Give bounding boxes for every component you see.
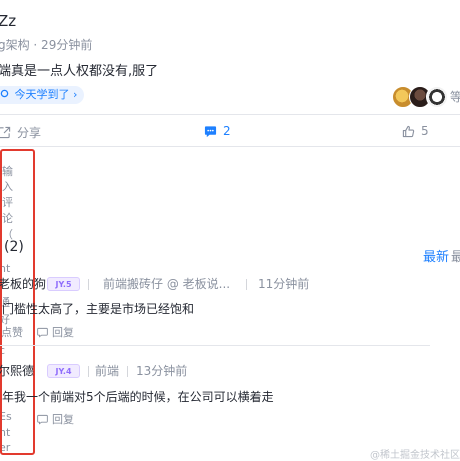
level-badge: JY.4 [47,364,80,378]
sort-hot-tab[interactable]: 最 [451,246,460,265]
reply-icon [37,414,48,425]
likers-more-text[interactable]: 等 [450,88,460,105]
share-icon [0,126,11,139]
divider [88,279,89,290]
divider [127,366,128,377]
sort-latest-tab[interactable]: 最新 [423,246,449,265]
topic-tag-label: 今天学到了 [14,88,70,101]
comment-text: 门槛性太高了，主要是市场已经饱和 [2,302,195,316]
divider [0,146,460,147]
share-button[interactable]: 分享 [0,124,41,141]
comment-button[interactable]: 2 [204,124,231,138]
comment-author-name[interactable]: 老板的狗 [0,275,46,292]
comment-author-job: 前端搬砖仔 @ 老板说... [103,277,231,291]
comment-time: 11分钟前 [258,277,310,291]
comment-icon [204,125,217,137]
avatar [426,86,448,108]
divider [246,279,247,290]
topic-tag[interactable]: 今天学到了 › [0,86,85,104]
divider [0,345,430,346]
watermark: @稀土掘金技术社区 [370,450,460,461]
divider [0,114,460,115]
level-badge: JY.5 [47,277,80,291]
topic-tag-icon [0,88,13,101]
like-button[interactable]: 5 [402,124,429,138]
comment-author-name[interactable]: 尔熙德 [0,362,34,379]
comment-time: 13分钟前 [136,364,188,378]
comment-count: 2 [223,124,231,138]
post-content: 端真是一点人权都没有,服了 [0,64,159,79]
thumb-up-icon [402,125,415,137]
like-count: 5 [421,124,429,138]
reply-label: 回复 [52,413,74,426]
share-label: 分享 [17,126,42,140]
reply-label: 回复 [52,326,74,339]
comment-text: 年我一个前端对5个后端的时候，在公司可以横着走 [2,390,274,404]
comment-author-job: 前端 [95,364,120,378]
divider [88,366,89,377]
reply-button[interactable]: 回复 [37,324,74,340]
author-meta: g架构 · 29分钟前 [0,38,93,52]
chevron-right-icon: › [73,88,78,101]
reply-button[interactable]: 回复 [37,411,74,427]
author-name[interactable]: Zz [0,12,16,30]
liker-avatars[interactable] [392,86,448,108]
reply-icon [37,327,48,338]
